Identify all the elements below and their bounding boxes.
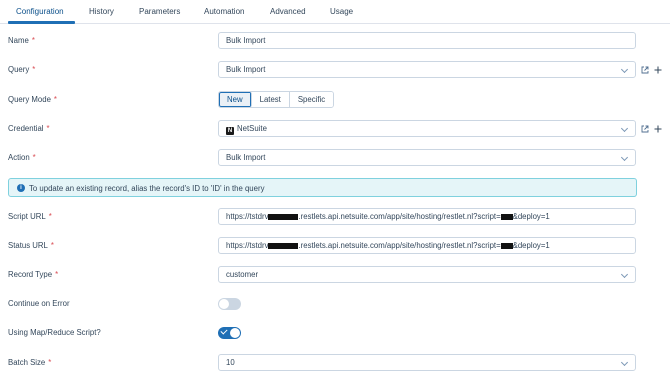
active-tab-indicator bbox=[8, 21, 75, 24]
map-reduce-label: Using Map/Reduce Script? bbox=[8, 328, 101, 337]
name-label: Name * bbox=[8, 36, 35, 45]
map-reduce-toggle[interactable] bbox=[218, 327, 241, 339]
action-label: Action * bbox=[8, 153, 36, 162]
required-marker: * bbox=[32, 65, 36, 74]
required-marker: * bbox=[53, 95, 57, 104]
redacted-text bbox=[268, 213, 299, 220]
required-marker: * bbox=[31, 36, 35, 45]
info-icon: i bbox=[17, 184, 25, 192]
check-icon bbox=[220, 327, 228, 335]
tab-automation[interactable]: Automation bbox=[204, 7, 244, 16]
redacted-text bbox=[268, 242, 299, 249]
script-url-input[interactable]: https://tstdrv .restlets.api.netsuite.com… bbox=[218, 208, 636, 225]
query-mode-selector: New Latest Specific bbox=[218, 91, 335, 108]
tab-configuration[interactable]: Configuration bbox=[16, 7, 64, 16]
plus-icon[interactable] bbox=[654, 66, 662, 74]
required-marker: * bbox=[55, 270, 59, 279]
name-input[interactable]: Bulk Import bbox=[218, 32, 636, 49]
info-banner: i To update an existing record, alias th… bbox=[8, 178, 637, 197]
continue-on-error-toggle[interactable] bbox=[218, 298, 241, 310]
credential-label: Credential * bbox=[8, 124, 50, 133]
query-mode-new[interactable]: New bbox=[219, 92, 252, 107]
credential-value: NetSuite bbox=[237, 124, 267, 133]
required-marker: * bbox=[48, 212, 52, 221]
info-banner-text: To update an existing record, alias the … bbox=[29, 184, 265, 193]
continue-on-error-label: Continue on Error bbox=[8, 299, 70, 308]
redacted-text bbox=[500, 213, 513, 220]
external-link-icon[interactable] bbox=[641, 125, 649, 133]
required-marker: * bbox=[46, 124, 50, 133]
query-mode-label: Query Mode * bbox=[8, 95, 57, 104]
netsuite-logo-icon: N bbox=[226, 127, 234, 135]
action-select[interactable]: Bulk Import bbox=[218, 149, 636, 166]
tab-advanced[interactable]: Advanced bbox=[270, 7, 306, 16]
status-url-input[interactable]: https://tstdrv .restlets.api.netsuite.com… bbox=[218, 237, 636, 254]
toggle-knob bbox=[219, 299, 229, 309]
required-marker: * bbox=[48, 358, 52, 367]
credential-select[interactable]: N NetSuite bbox=[218, 120, 636, 137]
tab-history[interactable]: History bbox=[89, 7, 114, 16]
tab-bar: Configuration History Parameters Automat… bbox=[0, 0, 670, 24]
batch-size-select[interactable]: 10 bbox=[218, 354, 636, 371]
query-label: Query * bbox=[8, 65, 36, 74]
credential-actions bbox=[641, 124, 662, 134]
query-actions bbox=[641, 65, 662, 75]
record-type-select[interactable]: customer bbox=[218, 266, 636, 283]
record-type-label: Record Type * bbox=[8, 270, 59, 279]
redacted-text bbox=[500, 242, 513, 249]
query-mode-specific[interactable]: Specific bbox=[289, 92, 334, 107]
batch-size-label: Batch Size * bbox=[8, 358, 52, 367]
toggle-knob bbox=[230, 328, 240, 338]
query-mode-latest[interactable]: Latest bbox=[251, 92, 290, 107]
plus-icon[interactable] bbox=[654, 125, 662, 133]
external-link-icon[interactable] bbox=[641, 66, 649, 74]
status-url-label: Status URL * bbox=[8, 241, 54, 250]
tab-parameters[interactable]: Parameters bbox=[139, 7, 180, 16]
required-marker: * bbox=[50, 241, 54, 250]
script-url-label: Script URL * bbox=[8, 212, 52, 221]
query-select[interactable]: Bulk Import bbox=[218, 61, 636, 78]
required-marker: * bbox=[32, 153, 36, 162]
tab-usage[interactable]: Usage bbox=[330, 7, 353, 16]
